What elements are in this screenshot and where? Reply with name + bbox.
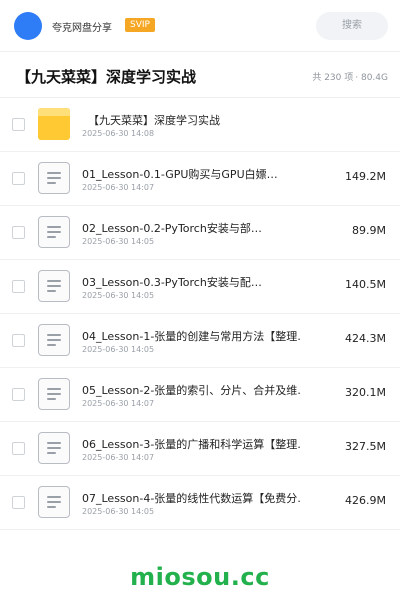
item-name[interactable]: 04_Lesson-1-张量的创建与常用方法【整理… xyxy=(82,328,300,344)
file-icon xyxy=(38,486,70,518)
watermark: miosou.cc xyxy=(130,563,270,591)
folder-icon xyxy=(38,108,70,140)
row-checkbox[interactable] xyxy=(12,496,25,509)
page-title: 【九天菜菜】深度学习实战 xyxy=(16,68,197,86)
row-checkbox[interactable] xyxy=(12,442,25,455)
item-size: 426.9M xyxy=(345,494,386,507)
row-checkbox[interactable] xyxy=(12,118,25,131)
total-size: · 80.4G xyxy=(355,73,388,83)
item-date: 2025-06-30 14:08 xyxy=(82,129,155,138)
item-date: 2025-06-30 14:07 xyxy=(82,183,155,192)
search-button[interactable]: 搜索 xyxy=(316,12,388,40)
item-size: 89.9M xyxy=(352,224,386,237)
folder-summary: 共 230 项 · 80.4G xyxy=(312,70,388,83)
item-count: 共 230 项 xyxy=(312,73,354,83)
item-date: 2025-06-30 14:05 xyxy=(82,345,155,354)
file-icon xyxy=(38,270,70,302)
row-checkbox[interactable] xyxy=(12,226,25,239)
item-date: 2025-06-30 14:05 xyxy=(82,237,155,246)
file-icon xyxy=(38,162,70,194)
item-date: 2025-06-30 14:05 xyxy=(82,507,155,516)
folder-title-bar: 【九天菜菜】深度学习实战 共 230 项 · 80.4G xyxy=(0,52,400,98)
item-name[interactable]: 01_Lesson-0.1-GPU购买与GPU白嫖… xyxy=(82,166,300,182)
file-icon xyxy=(38,324,70,356)
svip-badge: SVIP xyxy=(125,18,155,32)
file-row[interactable]: 04_Lesson-1-张量的创建与常用方法【整理… 2025-06-30 14:… xyxy=(0,314,400,368)
item-date: 2025-06-30 14:07 xyxy=(82,399,155,408)
item-name[interactable]: 05_Lesson-2-张量的索引、分片、合并及维… xyxy=(82,382,300,398)
item-date: 2025-06-30 14:05 xyxy=(82,291,155,300)
file-row[interactable]: 05_Lesson-2-张量的索引、分片、合并及维… 2025-06-30 14:… xyxy=(0,368,400,422)
row-checkbox[interactable] xyxy=(12,388,25,401)
file-icon xyxy=(38,216,70,248)
file-row[interactable]: 02_Lesson-0.2-PyTorch安装与部… 2025-06-30 14:… xyxy=(0,206,400,260)
item-size: 149.2M xyxy=(345,170,386,183)
row-checkbox[interactable] xyxy=(12,172,25,185)
item-name[interactable]: 07_Lesson-4-张量的线性代数运算【免费分… xyxy=(82,490,300,506)
brand-name: 夸克网盘分享 xyxy=(52,23,112,34)
item-date: 2025-06-30 14:07 xyxy=(82,453,155,462)
file-icon xyxy=(38,432,70,464)
item-size: 140.5M xyxy=(345,278,386,291)
item-size: 327.5M xyxy=(345,440,386,453)
row-checkbox[interactable] xyxy=(12,334,25,347)
item-size: 424.3M xyxy=(345,332,386,345)
item-size: 320.1M xyxy=(345,386,386,399)
file-row[interactable]: 06_Lesson-3-张量的广播和科学运算【整理… 2025-06-30 14:… xyxy=(0,422,400,476)
avatar[interactable] xyxy=(14,12,42,40)
row-checkbox[interactable] xyxy=(12,280,25,293)
item-name[interactable]: 【九天菜菜】深度学习实战 xyxy=(88,112,306,128)
app-header: 夸克网盘分享 SVIP 搜索 xyxy=(0,0,400,52)
folder-row[interactable]: 【九天菜菜】深度学习实战 2025-06-30 14:08 xyxy=(0,98,400,152)
file-row[interactable]: 07_Lesson-4-张量的线性代数运算【免费分… 2025-06-30 14:… xyxy=(0,476,400,530)
file-row[interactable]: 03_Lesson-0.3-PyTorch安装与配… 2025-06-30 14:… xyxy=(0,260,400,314)
item-name[interactable]: 06_Lesson-3-张量的广播和科学运算【整理… xyxy=(82,436,300,452)
file-icon xyxy=(38,378,70,410)
file-list: 【九天菜菜】深度学习实战 2025-06-30 14:08 01_Lesson-0.… xyxy=(0,98,400,530)
item-name[interactable]: 02_Lesson-0.2-PyTorch安装与部… xyxy=(82,220,300,236)
item-name[interactable]: 03_Lesson-0.3-PyTorch安装与配… xyxy=(82,274,300,290)
file-row[interactable]: 01_Lesson-0.1-GPU购买与GPU白嫖… 2025-06-30 14:… xyxy=(0,152,400,206)
